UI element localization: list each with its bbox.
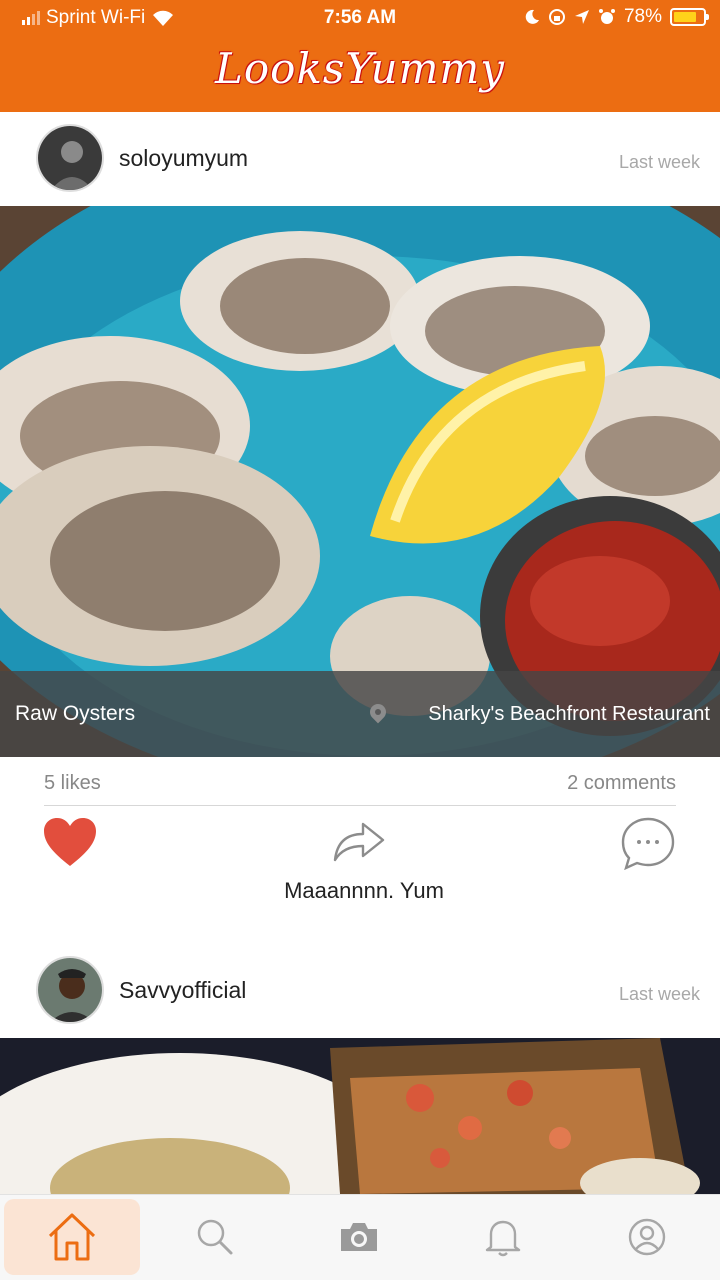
location-pin-icon	[366, 700, 390, 724]
app-screen: Sprint Wi-Fi 7:56 AM 78% LooksYummy solo…	[0, 0, 720, 1280]
header-bar: Sprint Wi-Fi 7:56 AM 78% LooksYummy	[0, 0, 720, 112]
tab-profile[interactable]	[579, 1199, 715, 1275]
post-stats: 5 likes 2 comments	[44, 770, 676, 806]
share-icon	[333, 822, 385, 862]
likes-count[interactable]: 5 likes	[44, 772, 101, 795]
status-bar: Sprint Wi-Fi 7:56 AM 78%	[0, 0, 720, 38]
bell-icon	[485, 1220, 521, 1257]
home-icon	[48, 1213, 96, 1261]
dish-name[interactable]: Raw Oysters	[15, 702, 135, 726]
bottom-nav	[0, 1194, 720, 1280]
caption-bar: Raw Oysters Sharky's Beachfront Restaura…	[0, 671, 720, 757]
location-icon	[574, 10, 589, 24]
tab-search[interactable]	[147, 1199, 283, 1275]
heart-icon	[44, 818, 96, 866]
fish-dinner-photo	[0, 1038, 720, 1194]
avatar[interactable]	[36, 956, 104, 1024]
tab-home[interactable]	[4, 1199, 140, 1275]
share-button[interactable]	[331, 816, 387, 866]
like-button[interactable]	[42, 816, 98, 868]
post-photo[interactable]	[0, 1038, 720, 1194]
rotation-lock-icon	[548, 9, 565, 25]
status-right: 78%	[524, 6, 709, 28]
profile-icon	[628, 1218, 666, 1256]
post-photo[interactable]: Raw Oysters Sharky's Beachfront Restaura…	[0, 206, 720, 757]
avatar[interactable]	[36, 124, 104, 192]
post-username[interactable]: Savvyofficial	[119, 977, 246, 1004]
post-time: Last week	[618, 984, 700, 1004]
comment-icon	[621, 817, 675, 871]
post-username[interactable]: soloyumyum	[119, 145, 248, 172]
tab-camera[interactable]	[291, 1199, 427, 1275]
battery-icon	[670, 8, 709, 26]
camera-icon	[341, 1223, 377, 1251]
app-logo: LooksYummy	[215, 44, 505, 93]
restaurant-name[interactable]: Sharky's Beachfront Restaurant	[428, 703, 710, 726]
alarm-icon	[598, 9, 615, 24]
post-time: Last week	[618, 152, 700, 172]
post-caption: Maaannnn. Yum	[284, 878, 444, 903]
tab-notifications[interactable]	[435, 1199, 571, 1275]
post-header: soloyumyum Last week	[0, 112, 720, 206]
comments-count[interactable]: 2 comments	[567, 772, 676, 795]
battery-percent: 78%	[623, 6, 662, 27]
moon-icon	[525, 9, 539, 24]
search-icon	[197, 1219, 233, 1255]
post-header: Savvyofficial Last week	[0, 944, 720, 1038]
comment-button[interactable]	[620, 816, 676, 871]
